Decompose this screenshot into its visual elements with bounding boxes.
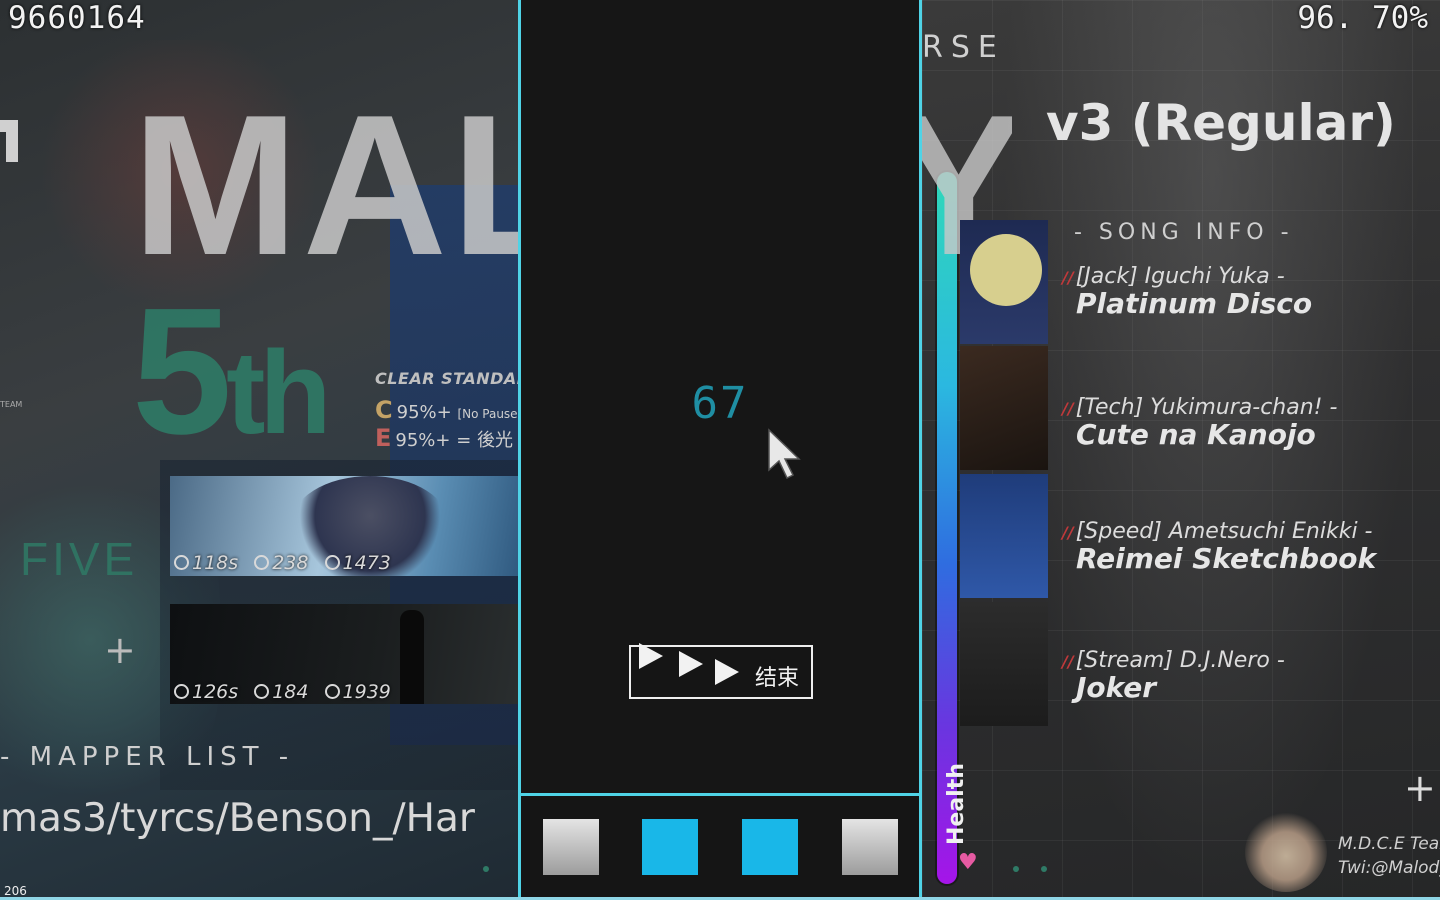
skip-button[interactable]: 结束: [629, 643, 813, 699]
stat-notes: 184: [254, 681, 308, 703]
stat-combo: 1473: [324, 552, 391, 574]
song-category: [Tech] Yukimura-chan! -: [1075, 395, 1338, 420]
course-heading-partial: RSE: [922, 30, 1005, 65]
mapper-list: mas3/tyrcs/Benson_/Har: [0, 796, 475, 841]
fast-forward-icon: [679, 651, 703, 677]
lane-key-2[interactable]: [642, 819, 698, 875]
mdce-mascot-logo: [1245, 812, 1327, 892]
song-category: [Jack] Iguchi Yuka -: [1075, 264, 1285, 289]
song-info-entry: //[Speed] Ametsuchi Enikki - Reimei Sket…: [1062, 519, 1376, 575]
stat-combo: 1939: [324, 681, 391, 703]
difficulty-title: v3 (Regular): [1046, 94, 1396, 152]
ordinal-number: 5: [132, 271, 232, 472]
fast-forward-icon: [715, 659, 739, 685]
bracket-decoration: [0, 120, 18, 162]
song-title: Cute na Kanojo: [1076, 418, 1316, 451]
stat-time-value: 118s: [192, 552, 239, 574]
quote-mark-icon: //: [1062, 399, 1074, 418]
stat-time-value: 126s: [192, 681, 239, 703]
song-stats-1: 118s 238 1473: [174, 552, 401, 574]
lane-key-4[interactable]: [842, 819, 898, 875]
combo-circle-icon: [324, 555, 340, 570]
credit-twitter: Twi:@Malody: [1338, 858, 1440, 878]
lane-key-3[interactable]: [742, 819, 798, 875]
song-info-heading: - SONG INFO -: [1074, 220, 1294, 245]
course-big-title: MAL: [132, 74, 578, 297]
stat-time: 118s: [174, 552, 238, 574]
stat-notes: 238: [254, 552, 308, 574]
song-info-entry: //[Jack] Iguchi Yuka - Platinum Disco: [1062, 264, 1312, 320]
ordinal-suffix: th: [226, 327, 331, 459]
page-dot: [483, 866, 489, 872]
clear-row-e: E 95%+ = 後光: [375, 424, 513, 452]
stat-combo-value: 1939: [342, 681, 391, 703]
song-info-entry: //[Tech] Yukimura-chan! - Cute na Kanojo: [1062, 395, 1337, 451]
accuracy-display: 96. 70%: [1297, 0, 1428, 36]
triangle-circle-icon: [254, 684, 270, 699]
song-thumbnail-4: [960, 602, 1048, 726]
page-dot: [1041, 866, 1047, 872]
credit-team: M.D.C.E Team: [1338, 834, 1440, 854]
clear-letter-e: E: [375, 424, 392, 452]
song-category: [Stream] D.J.Nero -: [1075, 648, 1285, 673]
clock-icon: [174, 684, 189, 699]
clear-row-c: C 95%+ [No Pause: [375, 396, 518, 424]
moon-art: [970, 234, 1042, 306]
song-title: Joker: [1076, 671, 1157, 704]
mouse-pointer-icon: [768, 428, 801, 480]
song-thumbnail-2: [960, 346, 1048, 470]
heart-icon: ♥: [958, 850, 978, 875]
mapper-list-heading: - MAPPER LIST -: [0, 742, 295, 772]
playfield[interactable]: 67 结束: [518, 0, 922, 900]
key-bar: [521, 793, 919, 900]
five-label: FIVE: [20, 533, 139, 585]
song-stats-2: 126s 184 1939: [174, 681, 401, 703]
health-label: Health: [944, 763, 969, 845]
quote-mark-icon: //: [1062, 523, 1074, 542]
stat-notes-value: 184: [272, 681, 309, 703]
quote-mark-icon: //: [1062, 268, 1074, 287]
clear-text-c: 95%+: [396, 402, 452, 423]
quote-mark-icon: //: [1062, 652, 1074, 671]
song-thumbnail-1: [960, 220, 1048, 344]
clear-note-c: [No Pause: [457, 407, 518, 421]
clear-text-e: 95%+ = 後光: [395, 430, 514, 451]
fast-forward-icon: [639, 643, 663, 669]
plus-icon: +: [1404, 766, 1436, 810]
stat-time: 126s: [174, 681, 238, 703]
song-info-entry: //[Stream] D.J.Nero - Joker: [1062, 648, 1285, 704]
score-display: 9660164: [8, 0, 146, 36]
stat-combo-value: 1473: [342, 552, 391, 574]
skip-label: 结束: [755, 666, 800, 691]
combo-counter: 67: [691, 378, 749, 429]
clock-icon: [174, 555, 189, 570]
song-title: Reimei Sketchbook: [1076, 542, 1377, 575]
triangle-circle-icon: [254, 555, 270, 570]
frame-counter: 206: [4, 884, 27, 898]
song-category: [Speed] Ametsuchi Enikki -: [1075, 519, 1373, 544]
team-tiny-label: TEAM: [0, 400, 23, 409]
song-thumbnail-3: [960, 474, 1048, 598]
song-title: Platinum Disco: [1076, 287, 1313, 320]
stat-notes-value: 238: [272, 552, 309, 574]
clear-letter-c: C: [375, 396, 393, 424]
course-ordinal: 5th: [132, 282, 332, 462]
song-card-art: [400, 610, 424, 704]
combo-circle-icon: [324, 684, 340, 699]
lane-key-1[interactable]: [543, 819, 599, 875]
plus-icon: +: [104, 628, 136, 672]
page-dot: [1013, 866, 1019, 872]
